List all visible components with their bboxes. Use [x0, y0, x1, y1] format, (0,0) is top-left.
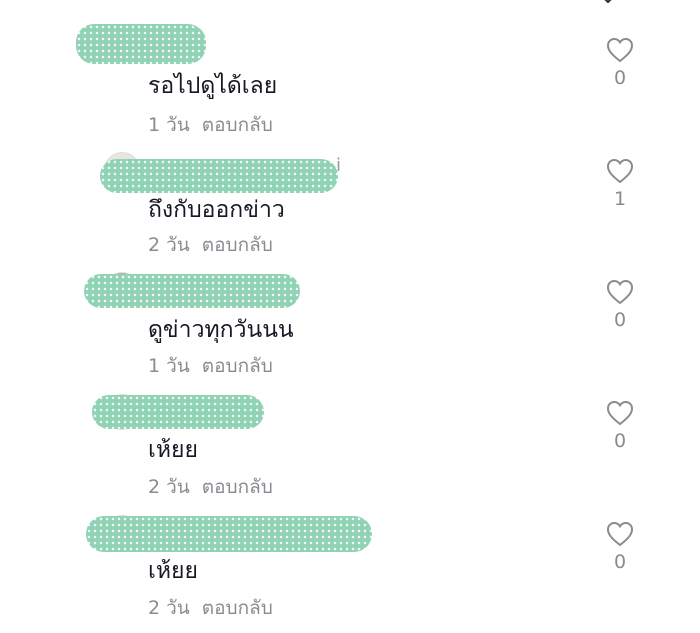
redacted-username: [84, 274, 300, 308]
like-count: 0: [613, 551, 627, 573]
like-button[interactable]: 0: [604, 521, 636, 573]
like-count: 0: [613, 67, 627, 89]
comment-item: รอไปดูได้เลย 1 วัน ตอบกลับ 0: [0, 0, 700, 136]
username-fragment: i: [336, 155, 342, 176]
heart-icon: [604, 279, 636, 305]
comment-text: ถึงกับออกข่าว: [148, 197, 285, 223]
comment-text: รอไปดูได้เลย: [148, 73, 278, 99]
redacted-username: [86, 516, 372, 552]
redacted-username: [76, 24, 206, 64]
like-button[interactable]: 0: [604, 400, 636, 452]
like-button[interactable]: 0: [604, 279, 636, 331]
heart-icon: [604, 158, 636, 184]
reply-button[interactable]: ตอบกลับ: [202, 597, 273, 619]
comment-meta: 2 วัน ตอบกลับ: [148, 596, 273, 620]
redacted-username: [100, 159, 338, 193]
like-button[interactable]: 1: [604, 158, 636, 210]
redacted-username: [92, 395, 264, 429]
like-count: 1: [613, 188, 627, 210]
heart-icon: [604, 400, 636, 426]
like-button[interactable]: 0: [604, 37, 636, 89]
comment-time: 2 วัน: [148, 597, 190, 619]
comment-item: i ถึงกับออกข่าว 2 วัน ตอบกลับ 1: [0, 121, 700, 256]
comment-text: เห้ยย: [148, 437, 198, 463]
heart-icon: [604, 37, 636, 63]
comment-text: ดูข่าวทุกวันนน: [148, 317, 294, 343]
comment-item: ดูข่าวทุกวันนน 1 วัน ตอบกลับ 0: [0, 242, 700, 377]
heart-icon: [604, 521, 636, 547]
like-count: 0: [613, 430, 627, 452]
comment-item: เห้ยย 2 วัน ตอบกลับ 0: [0, 484, 700, 619]
comment-text: เห้ยย: [148, 558, 198, 584]
comment-item: เห้ยย 2 วัน ตอบกลับ 0: [0, 363, 700, 498]
like-count: 0: [613, 309, 627, 331]
